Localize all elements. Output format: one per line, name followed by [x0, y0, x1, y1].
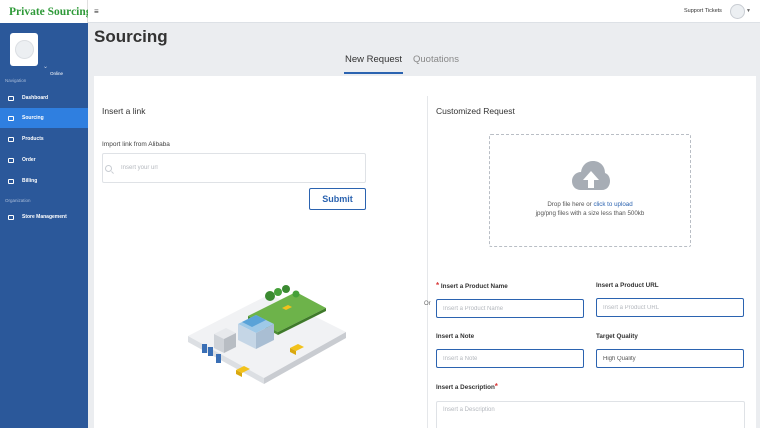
- click-to-upload-link[interactable]: click to upload: [593, 201, 632, 208]
- column-divider: [427, 96, 428, 428]
- sidebar-item-label: Store Management: [22, 214, 67, 220]
- caret-down-icon[interactable]: ▼: [746, 8, 751, 14]
- profile-status: Online: [50, 71, 64, 76]
- sidebar-item-label: Billing: [22, 178, 38, 184]
- note-label: Insert a Note: [436, 333, 475, 340]
- user-avatar[interactable]: [730, 4, 745, 19]
- submit-button[interactable]: Submit: [309, 188, 366, 210]
- url-input[interactable]: [121, 165, 351, 171]
- import-link-label: Import link from Alibaba: [102, 141, 170, 148]
- request-card: Insert a link Import link from Alibaba S…: [94, 76, 756, 428]
- file-dropzone[interactable]: Drop file here or click to upload jpg/pn…: [489, 134, 691, 247]
- box-icon: [8, 136, 14, 142]
- required-asterisk: *: [436, 281, 440, 290]
- app-logo[interactable]: Private Sourcing: [0, 0, 92, 23]
- custom-section-title: Customized Request: [436, 106, 515, 116]
- avatar-placeholder-icon: [14, 40, 34, 59]
- edit-icon: [8, 214, 14, 220]
- description-label-text: Insert a Description: [436, 384, 495, 391]
- dropzone-hint: jpg/png files with a size less than 500k…: [535, 210, 645, 217]
- product-url-input[interactable]: [596, 298, 744, 317]
- page-title: Sourcing: [94, 27, 168, 46]
- sidebar-item-dashboard[interactable]: Dashboard: [0, 88, 88, 108]
- bar-chart-icon: [8, 157, 14, 163]
- tab-quotations[interactable]: Quotations: [413, 54, 459, 72]
- description-textarea[interactable]: [436, 401, 745, 428]
- dropzone-text: Drop file here or click to upload: [490, 201, 690, 208]
- support-tickets-link[interactable]: Support Tickets: [684, 8, 722, 14]
- sidebar-item-label: Order: [22, 157, 36, 163]
- cloud-upload-icon: [572, 161, 610, 190]
- nav-section-label: Navigation: [5, 78, 27, 83]
- sidebar-item-sourcing[interactable]: Sourcing: [0, 108, 88, 128]
- sidebar-item-label: Dashboard: [22, 95, 49, 101]
- link-section-title: Insert a link: [102, 106, 146, 116]
- profile-avatar[interactable]: [10, 33, 38, 66]
- chevron-down-icon[interactable]: ⌄: [43, 63, 48, 70]
- sidebar-item-billing[interactable]: Billing: [0, 171, 88, 191]
- url-input-wrapper: [102, 153, 366, 183]
- logo-text: Private Sourcing: [9, 5, 92, 18]
- note-input[interactable]: [436, 349, 584, 368]
- sidebar-item-products[interactable]: Products: [0, 129, 88, 149]
- org-section-label: Organization: [5, 198, 31, 203]
- menu-icon[interactable]: ≡: [94, 7, 99, 16]
- search-icon: [105, 164, 112, 172]
- sidebar-item-order[interactable]: Order: [0, 150, 88, 170]
- billing-icon: [8, 178, 14, 184]
- product-url-label: Insert a Product URL: [596, 282, 659, 289]
- home-icon: [8, 95, 14, 101]
- sidebar: Private Sourcing ⌄ Online Navigation Das…: [0, 0, 92, 428]
- list-icon: [8, 115, 14, 121]
- tab-new-request[interactable]: New Request: [344, 54, 404, 74]
- sidebar-item-label: Sourcing: [22, 115, 44, 121]
- target-quality-label: Target Quality: [596, 333, 638, 340]
- drop-text: Drop file here or: [547, 201, 594, 208]
- product-name-label-text: Insert a Product Name: [440, 283, 508, 290]
- required-asterisk: *: [494, 382, 498, 391]
- sidebar-item-label: Products: [22, 136, 44, 142]
- description-label: Insert a Description*: [436, 382, 498, 391]
- profile-block: ⌄ Online: [0, 23, 88, 76]
- warehouse-illustration: [188, 285, 346, 384]
- product-name-label: * Insert a Product Name: [436, 281, 508, 290]
- or-separator: Or: [424, 301, 431, 307]
- product-name-input[interactable]: [436, 299, 584, 318]
- sidebar-item-store-management[interactable]: Store Management: [0, 207, 88, 227]
- target-quality-input[interactable]: [596, 349, 744, 368]
- top-bar: ≡ Support Tickets ▼: [88, 0, 760, 23]
